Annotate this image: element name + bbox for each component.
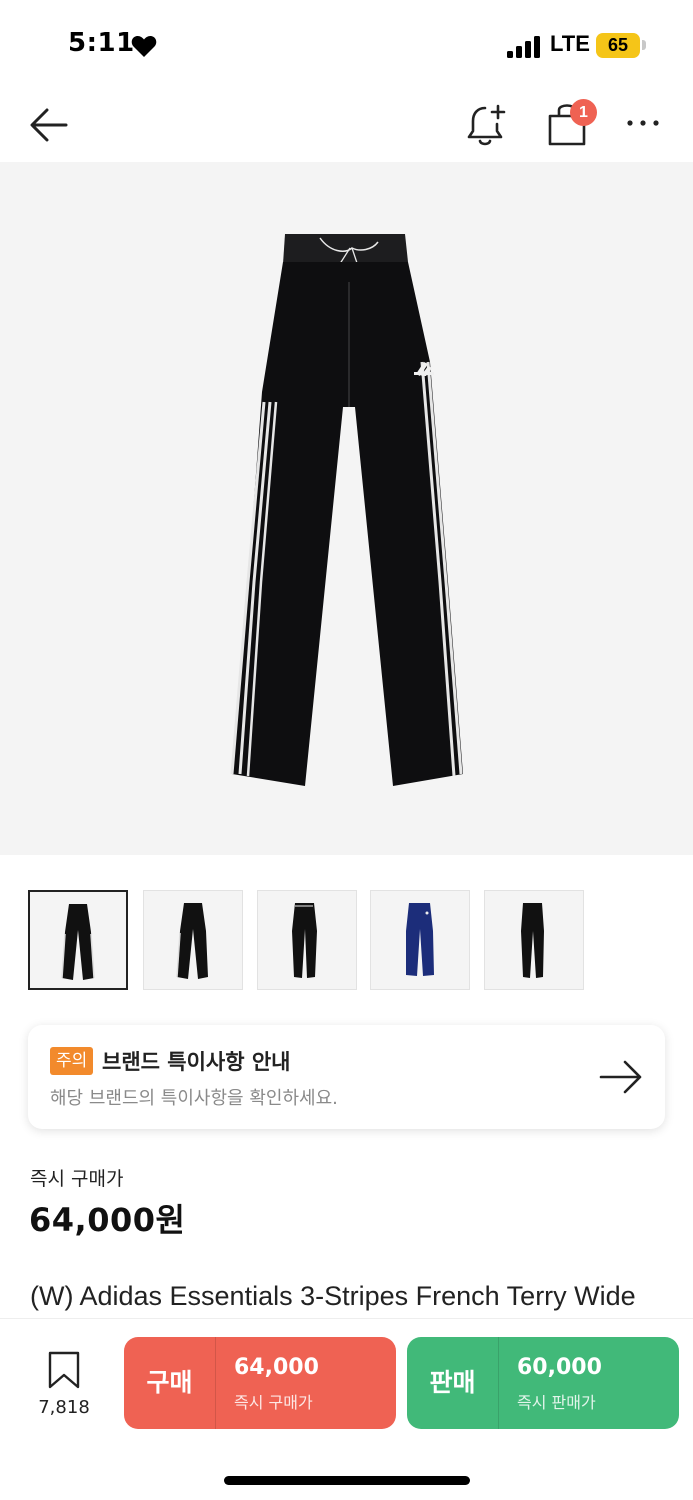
price-value: 64,000원 bbox=[29, 1201, 186, 1239]
battery-tip bbox=[642, 40, 646, 50]
wishlist-button[interactable]: 7,818 bbox=[28, 1351, 100, 1421]
thumb-pants-icon bbox=[176, 903, 208, 979]
battery-icon: 65 bbox=[596, 33, 640, 58]
back-arrow-icon[interactable] bbox=[26, 102, 72, 148]
wish-count: 7,818 bbox=[38, 1397, 90, 1418]
thumbnail-5[interactable] bbox=[484, 890, 584, 990]
buy-button[interactable]: 구매 64,000 즉시 구매가 bbox=[124, 1337, 396, 1429]
sell-button[interactable]: 판매 60,000 즉시 판매가 bbox=[407, 1337, 679, 1429]
more-icon[interactable] bbox=[624, 110, 662, 136]
product-hero-image[interactable] bbox=[0, 162, 693, 855]
sell-label: 판매 bbox=[429, 1368, 476, 1397]
thumb-pants-icon bbox=[521, 903, 544, 978]
sell-price: 60,000 bbox=[517, 1355, 602, 1380]
thumbnail-strip bbox=[28, 890, 588, 990]
divider bbox=[215, 1337, 216, 1429]
thumbnail-2[interactable] bbox=[143, 890, 243, 990]
thumb-pants-icon bbox=[406, 903, 434, 976]
buy-price: 64,000 bbox=[234, 1355, 319, 1380]
buy-sub-label: 즉시 구매가 bbox=[234, 1393, 313, 1412]
home-indicator[interactable] bbox=[224, 1476, 470, 1485]
notice-title: 브랜드 특이사항 안내 bbox=[102, 1050, 291, 1074]
cart-badge: 1 bbox=[570, 99, 597, 126]
network-label: LTE bbox=[550, 31, 590, 56]
brand-notice-card[interactable]: 주의 브랜드 특이사항 안내 해당 브랜드의 특이사항을 확인하세요. bbox=[28, 1025, 665, 1129]
arrow-right-icon bbox=[599, 1060, 642, 1094]
bookmark-icon bbox=[48, 1351, 80, 1389]
notice-description: 해당 브랜드의 특이사항을 확인하세요. bbox=[50, 1088, 338, 1109]
price-label: 즉시 구매가 bbox=[30, 1168, 124, 1190]
thumb-pants-icon bbox=[292, 903, 317, 978]
divider bbox=[498, 1337, 499, 1429]
thumb-pants-icon bbox=[61, 904, 95, 980]
sell-sub-label: 즉시 판매가 bbox=[517, 1393, 596, 1412]
buy-label: 구매 bbox=[146, 1368, 193, 1397]
signal-icon bbox=[507, 36, 540, 58]
bottom-action-bar: 7,818 구매 64,000 즉시 구매가 판매 60,000 즉시 판매가 bbox=[0, 1318, 693, 1500]
bell-plus-icon[interactable] bbox=[465, 100, 509, 148]
thumbnail-1[interactable] bbox=[28, 890, 128, 990]
status-time: 5:11 bbox=[68, 28, 135, 58]
thumbnail-4[interactable] bbox=[370, 890, 470, 990]
status-bar: 5:11 LTE 65 bbox=[0, 0, 693, 90]
thumbnail-3[interactable] bbox=[257, 890, 357, 990]
pants-illustration bbox=[230, 234, 463, 786]
notice-tag: 주의 bbox=[50, 1047, 94, 1075]
heart-icon bbox=[131, 35, 157, 57]
